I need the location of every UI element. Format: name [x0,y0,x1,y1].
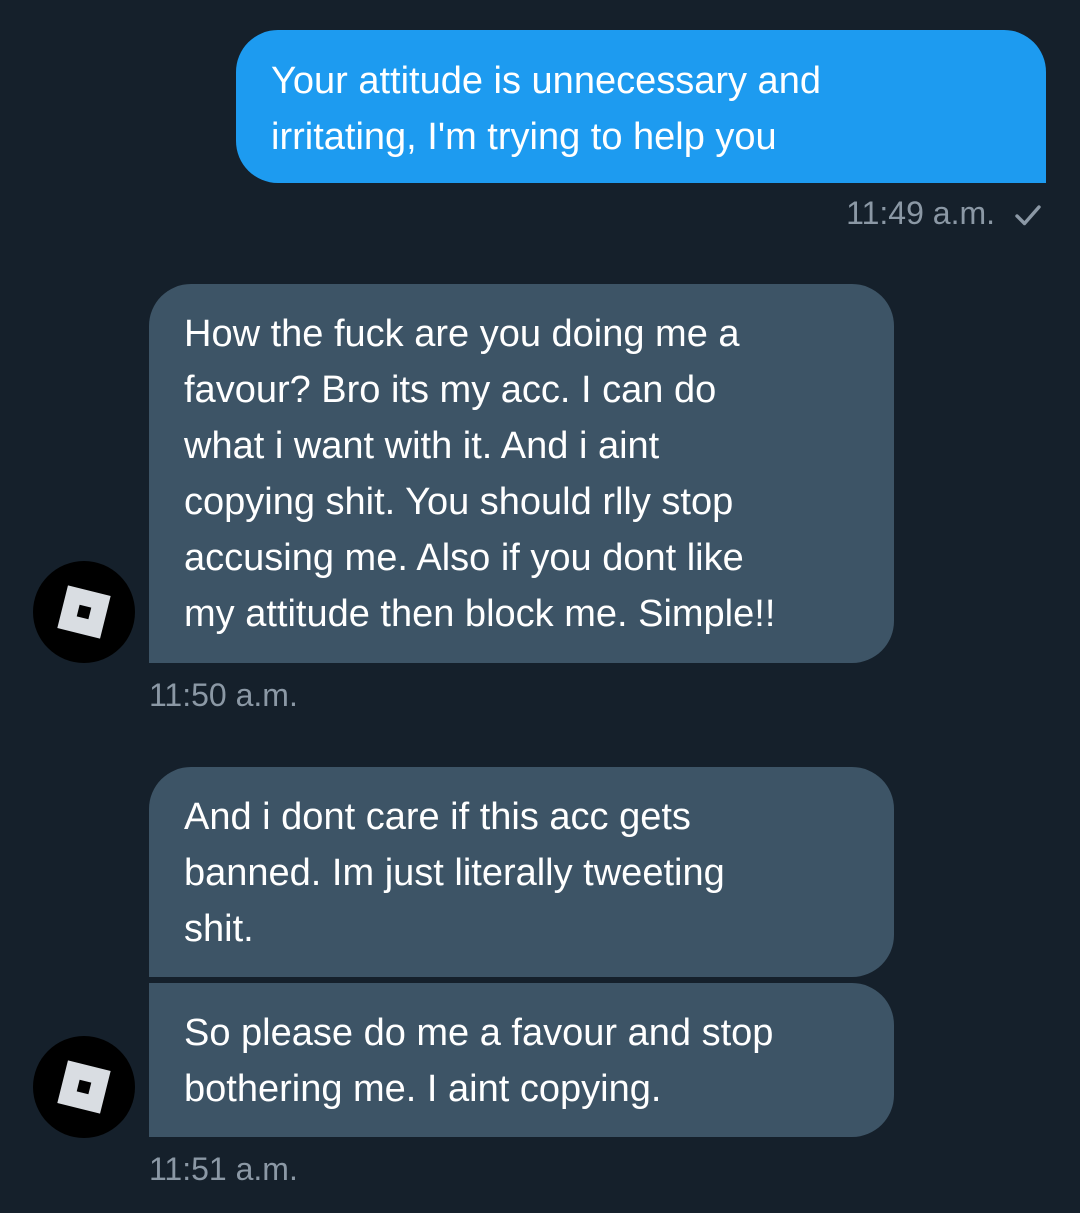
message-timestamp: 11:50 a.m. [149,677,298,713]
checkmark-icon [1015,205,1041,226]
sent-message-bubble[interactable]: Your attitude is unnecessary and irritat… [236,30,1046,183]
roblox-logo-icon [57,585,111,639]
sender-avatar[interactable] [33,1036,135,1138]
message-timestamp: 11:49 a.m. [846,195,995,231]
received-message-bubble[interactable]: How the fuck are you doing me a favour? … [149,284,894,663]
message-timestamp: 11:51 a.m. [149,1151,298,1187]
roblox-logo-icon [57,1060,111,1114]
received-message-bubble[interactable]: So please do me a favour and stop bother… [149,983,894,1137]
received-message-bubble[interactable]: And i dont care if this acc gets banned.… [149,767,894,977]
sender-avatar[interactable] [33,561,135,663]
